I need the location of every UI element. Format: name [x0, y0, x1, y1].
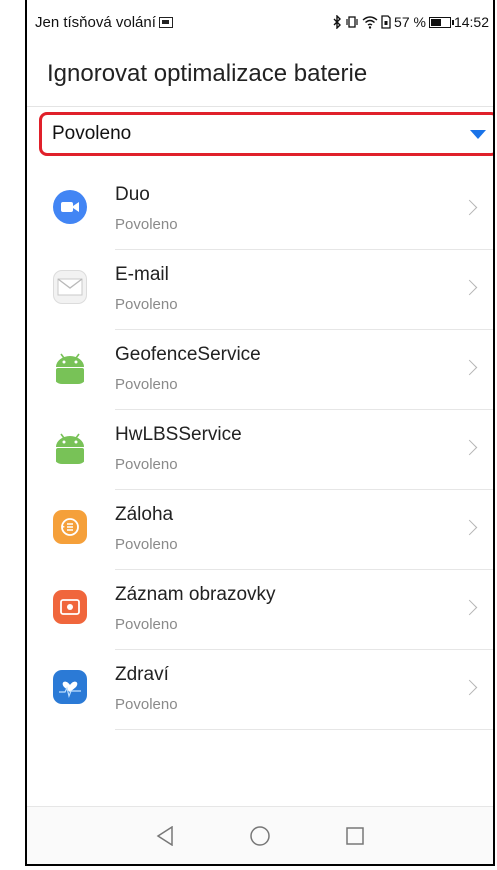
- phone-screen: Jen tísňová volání 57 % 14:52 Ignorovat …: [25, 0, 495, 866]
- app-status: Povoleno: [115, 376, 178, 393]
- chevron-right-icon: [461, 279, 478, 296]
- page-title: Ignorovat optimalizace baterie: [47, 60, 368, 87]
- screen-recorder-icon: [53, 590, 87, 624]
- message-icon: [158, 16, 173, 28]
- filter-dropdown-value: Povoleno: [52, 123, 132, 144]
- app-list: Duo Povoleno E-mail Povoleno GeofenceSer…: [27, 170, 493, 730]
- email-icon: [53, 270, 87, 304]
- battery-icon: [428, 16, 454, 28]
- app-name: GeofenceService: [115, 344, 261, 365]
- android-icon: [53, 350, 87, 384]
- chevron-right-icon: [461, 519, 478, 536]
- bluetooth-icon: [333, 15, 342, 29]
- list-item-zaloha[interactable]: Záloha Povoleno: [27, 490, 493, 570]
- row-divider: [115, 729, 493, 730]
- app-name: HwLBSService: [115, 424, 242, 445]
- status-bar: Jen tísňová volání 57 % 14:52: [27, 0, 493, 44]
- chevron-right-icon: [461, 439, 478, 456]
- back-icon[interactable]: [152, 823, 178, 849]
- app-status: Povoleno: [115, 536, 178, 553]
- list-item-duo[interactable]: Duo Povoleno: [27, 170, 493, 250]
- list-item-zdravi[interactable]: Zdraví Povoleno: [27, 650, 493, 730]
- chevron-right-icon: [461, 679, 478, 696]
- chevron-right-icon: [461, 199, 478, 216]
- list-item-zaznam-obrazovky[interactable]: Záznam obrazovky Povoleno: [27, 570, 493, 650]
- battery-percent: 57 %: [394, 14, 426, 30]
- navigation-bar: [27, 806, 493, 864]
- list-item-email[interactable]: E-mail Povoleno: [27, 250, 493, 330]
- app-status: Povoleno: [115, 216, 178, 233]
- app-status: Povoleno: [115, 616, 178, 633]
- app-status: Povoleno: [115, 456, 178, 473]
- header-divider: [27, 106, 493, 107]
- app-name: Zdraví: [115, 664, 169, 685]
- duo-icon: [53, 190, 87, 224]
- backup-icon: [53, 510, 87, 544]
- app-status: Povoleno: [115, 696, 178, 713]
- android-icon: [53, 430, 87, 464]
- filter-dropdown[interactable]: Povoleno: [39, 112, 493, 156]
- app-name: Záznam obrazovky: [115, 584, 276, 605]
- dropdown-arrow-icon: [470, 130, 486, 139]
- app-name: Duo: [115, 184, 150, 205]
- app-name: E-mail: [115, 264, 169, 285]
- list-item-hwlbsservice[interactable]: HwLBSService Povoleno: [27, 410, 493, 490]
- app-status: Povoleno: [115, 296, 178, 313]
- chevron-right-icon: [461, 359, 478, 376]
- list-item-geofenceservice[interactable]: GeofenceService Povoleno: [27, 330, 493, 410]
- app-name: Záloha: [115, 504, 174, 525]
- sim-icon: [381, 15, 391, 29]
- vibrate-icon: [346, 16, 358, 28]
- carrier-text: Jen tísňová volání: [35, 13, 156, 31]
- home-icon[interactable]: [247, 823, 273, 849]
- health-icon: [53, 670, 87, 704]
- status-right: 57 % 14:52: [332, 14, 489, 30]
- chevron-right-icon: [461, 599, 478, 616]
- wifi-icon: [362, 15, 378, 29]
- clock: 14:52: [453, 14, 489, 30]
- status-left: Jen tísňová volání: [35, 14, 173, 31]
- recents-icon[interactable]: [342, 823, 368, 849]
